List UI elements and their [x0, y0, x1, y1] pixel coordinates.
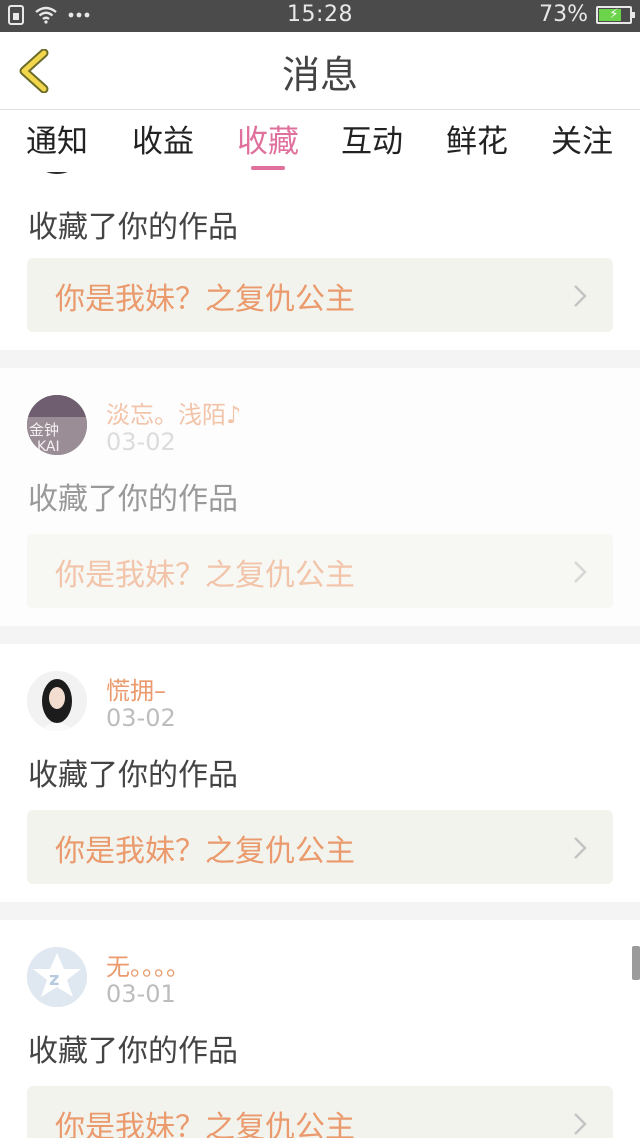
work-title: 你是我妹？之复仇公主: [55, 834, 355, 869]
date: 03-02: [106, 428, 176, 456]
avatar[interactable]: z: [27, 947, 87, 1007]
active-tab-indicator: [251, 166, 285, 170]
work-link[interactable]: 你是我妹？之复仇公主: [27, 1086, 613, 1138]
nav-header: 消息: [0, 32, 640, 110]
action-text: 收藏了你的作品: [28, 758, 238, 793]
chevron-right-icon: [574, 1113, 587, 1135]
battery-percent: 73%: [539, 2, 588, 27]
work-title: 你是我妹？之复仇公主: [55, 558, 355, 593]
avatar[interactable]: [27, 671, 87, 731]
favorites-feed: 收藏了你的作品 你是我妹？之复仇公主 金钟 KAI 淡忘。浅陌♪ 03-02 收…: [0, 172, 640, 1138]
list-item: z 无。。。。 03-01 收藏了你的作品 你是我妹？之复仇公主: [0, 920, 640, 1138]
tab-bar: 通知 收益 收藏 互动 鲜花 关注: [0, 110, 640, 172]
tab-earnings[interactable]: 收益: [118, 116, 208, 161]
tab-follows[interactable]: 关注: [537, 116, 627, 161]
tab-notifications[interactable]: 通知: [12, 116, 102, 161]
avatar-text-line2: KAI: [37, 439, 60, 455]
work-title: 你是我妹？之复仇公主: [55, 1110, 355, 1138]
list-item: 收藏了你的作品 你是我妹？之复仇公主: [0, 172, 640, 350]
action-text: 收藏了你的作品: [28, 210, 238, 245]
username[interactable]: 无。。。。: [106, 947, 190, 982]
tab-favorites[interactable]: 收藏: [223, 116, 313, 161]
work-link[interactable]: 你是我妹？之复仇公主: [27, 810, 613, 884]
chevron-right-icon: [574, 561, 587, 583]
charging-bolt-icon: ⚡: [609, 7, 619, 22]
chevron-right-icon: [574, 285, 587, 307]
avatar-image: 金钟 KAI: [27, 395, 87, 455]
svg-text:z: z: [49, 969, 59, 990]
chevron-right-icon: [574, 837, 587, 859]
date: 03-02: [106, 704, 176, 732]
list-item: 慌拥– 03-02 收藏了你的作品 你是我妹？之复仇公主: [0, 644, 640, 902]
status-bar: 15:28 73% ⚡: [0, 0, 640, 32]
page-title: 消息: [281, 53, 358, 97]
avatar[interactable]: 金钟 KAI: [27, 395, 87, 455]
scrollbar[interactable]: [632, 946, 640, 980]
list-item: 金钟 KAI 淡忘。浅陌♪ 03-02 收藏了你的作品 你是我妹？之复仇公主: [0, 368, 640, 626]
date: 03-01: [106, 980, 176, 1008]
avatar-text-line1: 金钟: [29, 421, 59, 439]
avatar-image: [27, 671, 87, 731]
work-link[interactable]: 你是我妹？之复仇公主: [27, 534, 613, 608]
status-right: 73% ⚡: [539, 2, 635, 27]
tab-interactions[interactable]: 互动: [327, 116, 417, 161]
work-link[interactable]: 你是我妹？之复仇公主: [27, 258, 613, 332]
username[interactable]: 淡忘。浅陌♪: [106, 395, 241, 430]
default-avatar-icon: z: [27, 947, 87, 1007]
action-text: 收藏了你的作品: [28, 1034, 238, 1069]
work-title: 你是我妹？之复仇公主: [55, 282, 355, 317]
tab-flowers[interactable]: 鲜花: [432, 116, 522, 161]
action-text: 收藏了你的作品: [28, 482, 238, 517]
avatar[interactable]: [27, 172, 87, 174]
battery-icon: ⚡: [596, 5, 635, 24]
username[interactable]: 慌拥–: [106, 671, 166, 706]
